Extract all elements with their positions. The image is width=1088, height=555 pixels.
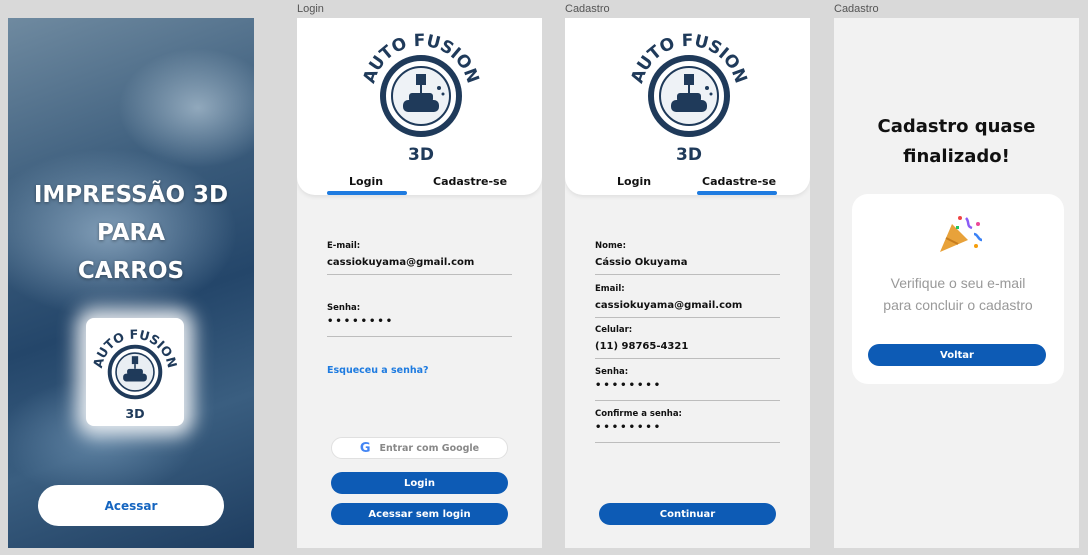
- access-button[interactable]: Acessar: [38, 485, 224, 526]
- frame-label-final: Cadastro: [834, 3, 879, 15]
- frame-label-cadastro: Cadastro: [565, 3, 610, 15]
- party-popper-icon: [940, 216, 983, 252]
- phone-label: Celular:: [595, 325, 633, 335]
- password-label: Senha:: [327, 303, 361, 313]
- signup-screen: AUTO FUSION 3D Login Cadastre-se Nome: C…: [565, 18, 810, 548]
- app-logo: AUTO FUSION 3D: [86, 318, 184, 426]
- phone-underline: [595, 358, 780, 359]
- app-logo: AUTO FUSION 3D: [627, 31, 751, 165]
- auto-fusion-logo-icon: AUTO FUSION 3D: [90, 327, 180, 421]
- splash-screen: IMPRESSÃO 3D PARA CARROS AUTO FUSION 3D …: [8, 18, 254, 548]
- tab-login[interactable]: Login: [349, 175, 383, 188]
- svg-text:3D: 3D: [676, 145, 702, 164]
- email-underline: [595, 317, 780, 318]
- tab-login[interactable]: Login: [617, 175, 651, 188]
- name-field[interactable]: Cássio Okuyama: [595, 257, 687, 268]
- password-underline: [595, 400, 780, 401]
- confirm-password-field[interactable]: ••••••••: [595, 422, 662, 433]
- confirm-password-underline: [595, 442, 780, 443]
- email-field[interactable]: cassiokuyama@gmail.com: [595, 300, 742, 311]
- forgot-password-link[interactable]: Esqueceu a senha?: [327, 365, 429, 376]
- phone-field[interactable]: (11) 98765-4321: [595, 341, 688, 352]
- google-icon: G: [359, 440, 371, 456]
- confirm-password-label: Confirme a senha:: [595, 409, 682, 419]
- google-button-label: Entrar com Google: [379, 442, 480, 454]
- email-field[interactable]: cassiokuyama@gmail.com: [327, 257, 474, 268]
- email-underline: [327, 274, 512, 275]
- page-title: Cadastro quase finalizado!: [834, 112, 1079, 172]
- login-button[interactable]: Login: [331, 472, 508, 494]
- name-label: Nome:: [595, 241, 626, 251]
- hero-line: CARROS: [77, 258, 185, 284]
- hero-line: PARA: [96, 220, 166, 246]
- password-underline: [327, 336, 512, 337]
- header-card: AUTO FUSION 3D Login Cadastre-se: [565, 18, 810, 195]
- confirmation-message: Verifique o seu e-mail para concluir o c…: [852, 272, 1064, 316]
- active-tab-indicator: [697, 191, 777, 195]
- password-field[interactable]: ••••••••: [327, 316, 394, 327]
- google-login-button[interactable]: G Entrar com Google: [331, 437, 508, 459]
- title-line: Cadastro quase: [877, 116, 1036, 137]
- svg-text:3D: 3D: [125, 406, 144, 421]
- active-tab-indicator: [327, 191, 407, 195]
- login-screen: AUTO FUSION 3D Login Cadastre-se E-mail:…: [297, 18, 542, 548]
- title-line: finalizado!: [903, 146, 1010, 167]
- confirmation-card: Verifique o seu e-mail para concluir o c…: [852, 194, 1064, 384]
- hero-line: IMPRESSÃO 3D: [33, 182, 229, 208]
- email-label: E-mail:: [327, 241, 361, 251]
- message-line: Verifique o seu e-mail: [890, 275, 1026, 291]
- guest-access-button[interactable]: Acessar sem login: [331, 503, 508, 525]
- email-label: Email:: [595, 284, 625, 294]
- back-button[interactable]: Voltar: [868, 344, 1046, 366]
- password-label: Senha:: [595, 367, 629, 377]
- tab-cadastre-se[interactable]: Cadastre-se: [702, 175, 776, 188]
- hero-title: IMPRESSÃO 3D PARA CARROS: [8, 176, 254, 290]
- svg-text:3D: 3D: [408, 145, 434, 164]
- password-field[interactable]: ••••••••: [595, 380, 662, 391]
- signup-complete-screen: Cadastro quase finalizado! Verifique o s…: [834, 18, 1079, 548]
- name-underline: [595, 274, 780, 275]
- continue-button[interactable]: Continuar: [599, 503, 776, 525]
- auto-fusion-logo-icon: AUTO FUSION 3D: [627, 31, 750, 165]
- message-line: para concluir o cadastro: [883, 297, 1033, 313]
- tab-cadastre-se[interactable]: Cadastre-se: [433, 175, 507, 188]
- header-card: AUTO FUSION 3D Login Cadastre-se: [297, 18, 542, 195]
- auto-fusion-logo-icon: AUTO FUSION 3D: [359, 31, 482, 165]
- app-logo: AUTO FUSION 3D: [359, 31, 483, 165]
- frame-label-login: Login: [297, 3, 324, 15]
